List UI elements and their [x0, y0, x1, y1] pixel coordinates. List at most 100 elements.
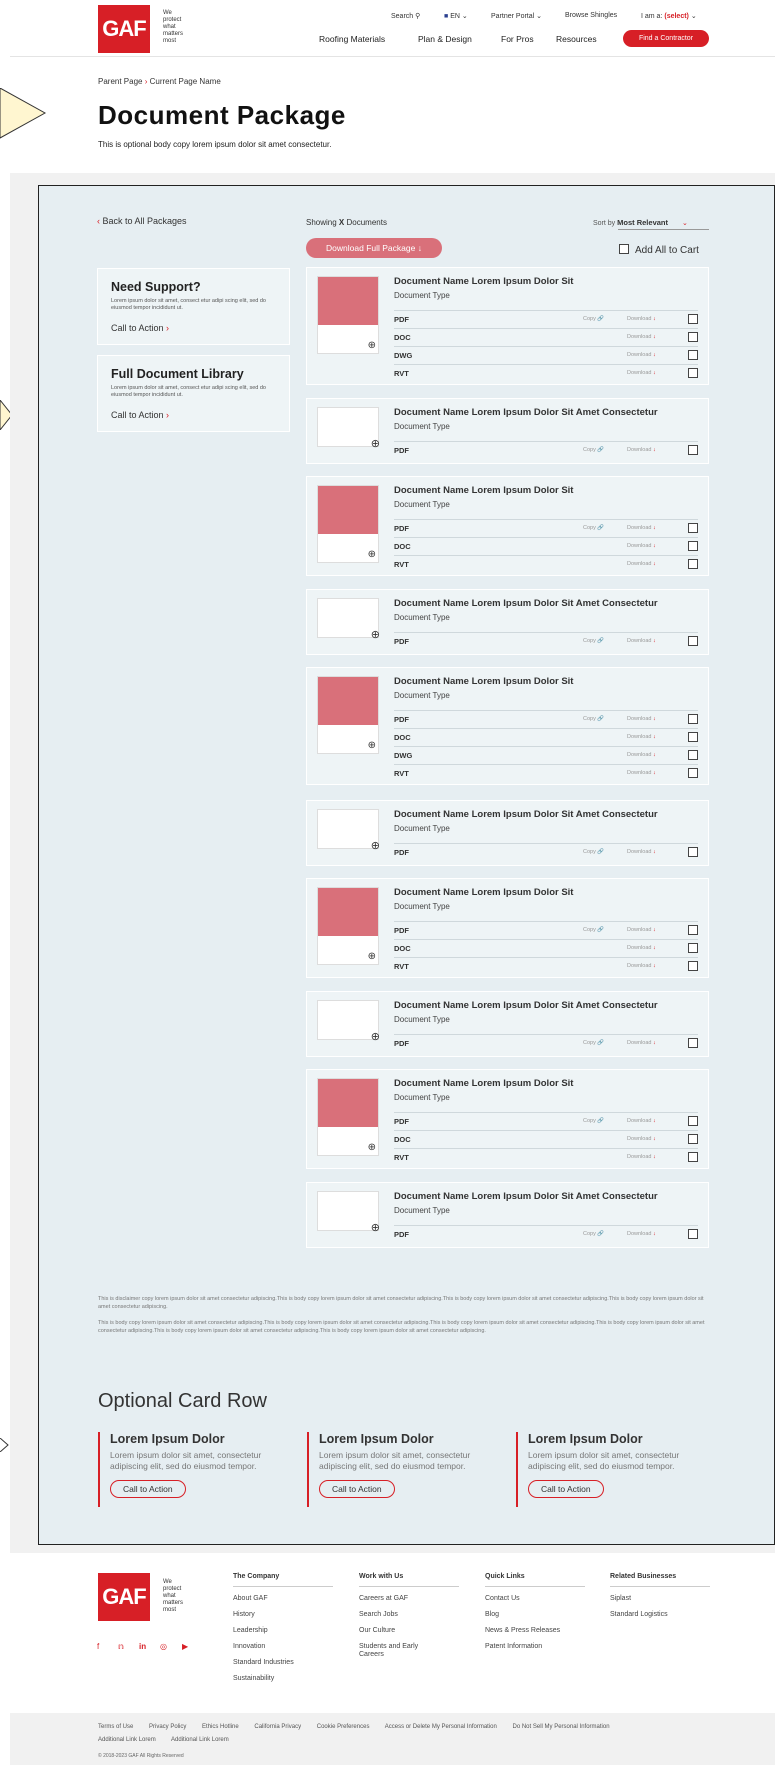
document-thumbnail[interactable]: ⊕: [317, 1191, 380, 1234]
browse-shingles-link[interactable]: Browse Shingles: [565, 12, 617, 19]
download-link[interactable]: Download ↓: [627, 334, 656, 340]
file-checkbox[interactable]: [688, 314, 698, 324]
download-link[interactable]: Download ↓: [627, 370, 656, 376]
download-link[interactable]: Download ↓: [627, 927, 656, 933]
linkedin-icon[interactable]: in: [139, 1642, 146, 1651]
document-name-link[interactable]: Document Name Lorem Ipsum Dolor Sit Amet…: [394, 598, 658, 609]
optional-card-cta[interactable]: Call to Action: [319, 1480, 395, 1498]
legal-link[interactable]: Ethics Hotline: [202, 1724, 239, 1730]
download-link[interactable]: Download ↓: [627, 352, 656, 358]
file-checkbox[interactable]: [688, 925, 698, 935]
nav-plan-design[interactable]: Plan & Design: [418, 34, 472, 44]
optional-card-cta[interactable]: Call to Action: [110, 1480, 186, 1498]
zoom-icon[interactable]: ⊕: [371, 839, 380, 852]
legal-link[interactable]: Additional Link Lorem: [171, 1737, 229, 1743]
add-all-checkbox[interactable]: [619, 244, 629, 254]
file-checkbox[interactable]: [688, 1229, 698, 1239]
document-name-link[interactable]: Document Name Lorem Ipsum Dolor Sit Amet…: [394, 1000, 658, 1011]
document-name-link[interactable]: Document Name Lorem Ipsum Dolor Sit: [394, 887, 573, 898]
gaf-logo[interactable]: GAF: [98, 5, 150, 53]
youtube-icon[interactable]: ▶: [182, 1642, 188, 1651]
zoom-icon[interactable]: ⊕: [368, 549, 376, 560]
file-checkbox[interactable]: [688, 768, 698, 778]
zoom-icon[interactable]: ⊕: [371, 1030, 380, 1043]
library-card-cta[interactable]: Call to Action ›: [111, 410, 169, 420]
twitter-icon[interactable]: 𝕟: [118, 1642, 124, 1651]
download-link[interactable]: Download ↓: [627, 525, 656, 531]
download-link[interactable]: Download ↓: [627, 316, 656, 322]
document-thumbnail[interactable]: ⊕: [317, 1000, 380, 1043]
instagram-icon[interactable]: ◎: [160, 1642, 167, 1651]
download-link[interactable]: Download ↓: [627, 963, 656, 969]
file-checkbox[interactable]: [688, 1134, 698, 1144]
footer-link[interactable]: About GAF: [233, 1595, 333, 1603]
legal-link[interactable]: Cookie Preferences: [317, 1724, 370, 1730]
zoom-icon[interactable]: ⊕: [368, 951, 376, 962]
file-checkbox[interactable]: [688, 368, 698, 378]
document-name-link[interactable]: Document Name Lorem Ipsum Dolor Sit: [394, 485, 573, 496]
footer-link[interactable]: Siplast: [610, 1595, 710, 1603]
download-link[interactable]: Download ↓: [627, 849, 656, 855]
file-checkbox[interactable]: [688, 523, 698, 533]
download-link[interactable]: Download ↓: [627, 561, 656, 567]
footer-link[interactable]: Standard Logistics: [610, 1611, 710, 1619]
file-checkbox[interactable]: [688, 961, 698, 971]
download-link[interactable]: Download ↓: [627, 447, 656, 453]
legal-link[interactable]: Access or Delete My Personal Information: [385, 1724, 497, 1730]
document-thumbnail[interactable]: ⊕: [317, 276, 379, 354]
footer-link[interactable]: Patent Information: [485, 1643, 585, 1651]
file-checkbox[interactable]: [688, 750, 698, 760]
download-link[interactable]: Download ↓: [627, 638, 656, 644]
nav-roofing-materials[interactable]: Roofing Materials: [319, 34, 385, 44]
download-link[interactable]: Download ↓: [627, 1231, 656, 1237]
copy-link[interactable]: Copy 🔗: [583, 927, 604, 933]
download-link[interactable]: Download ↓: [627, 1118, 656, 1124]
i-am-a-selector[interactable]: I am a: (select) ⌄: [641, 12, 697, 20]
download-link[interactable]: Download ↓: [627, 1040, 656, 1046]
footer-link[interactable]: Our Culture: [359, 1627, 459, 1635]
copy-link[interactable]: Copy 🔗: [583, 316, 604, 322]
zoom-icon[interactable]: ⊕: [368, 340, 376, 351]
file-checkbox[interactable]: [688, 332, 698, 342]
document-name-link[interactable]: Document Name Lorem Ipsum Dolor Sit Amet…: [394, 809, 658, 820]
document-thumbnail[interactable]: ⊕: [317, 809, 380, 852]
breadcrumb-parent[interactable]: Parent Page: [98, 77, 142, 86]
download-full-package-button[interactable]: Download Full Package ↓: [306, 238, 442, 258]
nav-resources[interactable]: Resources: [556, 34, 597, 44]
facebook-icon[interactable]: f: [97, 1642, 99, 1651]
file-checkbox[interactable]: [688, 445, 698, 455]
file-checkbox[interactable]: [688, 1152, 698, 1162]
copy-link[interactable]: Copy 🔗: [583, 1231, 604, 1237]
document-name-link[interactable]: Document Name Lorem Ipsum Dolor Sit Amet…: [394, 407, 658, 418]
document-thumbnail[interactable]: ⊕: [317, 1078, 379, 1156]
download-link[interactable]: Download ↓: [627, 1154, 656, 1160]
partner-portal-link[interactable]: Partner Portal ⌄: [491, 12, 542, 20]
file-checkbox[interactable]: [688, 559, 698, 569]
zoom-icon[interactable]: ⊕: [368, 740, 376, 751]
download-link[interactable]: Download ↓: [627, 752, 656, 758]
add-all-to-cart[interactable]: Add All to Cart: [619, 244, 699, 256]
find-contractor-button[interactable]: Find a Contractor: [623, 30, 709, 47]
download-link[interactable]: Download ↓: [627, 543, 656, 549]
download-link[interactable]: Download ↓: [627, 770, 656, 776]
copy-link[interactable]: Copy 🔗: [583, 447, 604, 453]
file-checkbox[interactable]: [688, 1116, 698, 1126]
legal-link[interactable]: Privacy Policy: [149, 1724, 186, 1730]
back-to-packages-link[interactable]: ‹ Back to All Packages: [97, 216, 187, 226]
download-link[interactable]: Download ↓: [627, 1136, 656, 1142]
document-name-link[interactable]: Document Name Lorem Ipsum Dolor Sit: [394, 276, 573, 287]
zoom-icon[interactable]: ⊕: [371, 437, 380, 450]
document-thumbnail[interactable]: ⊕: [317, 407, 380, 450]
zoom-icon[interactable]: ⊕: [371, 628, 380, 641]
copy-link[interactable]: Copy 🔗: [583, 716, 604, 722]
file-checkbox[interactable]: [688, 541, 698, 551]
copy-link[interactable]: Copy 🔗: [583, 1040, 604, 1046]
legal-link[interactable]: Terms of Use: [98, 1724, 133, 1730]
file-checkbox[interactable]: [688, 943, 698, 953]
footer-link[interactable]: Standard Industries: [233, 1659, 333, 1667]
document-thumbnail[interactable]: ⊕: [317, 598, 380, 641]
search-link[interactable]: Search ⚲: [391, 12, 420, 20]
footer-link[interactable]: News & Press Releases: [485, 1627, 585, 1635]
copy-link[interactable]: Copy 🔗: [583, 638, 604, 644]
copy-link[interactable]: Copy 🔗: [583, 1118, 604, 1124]
